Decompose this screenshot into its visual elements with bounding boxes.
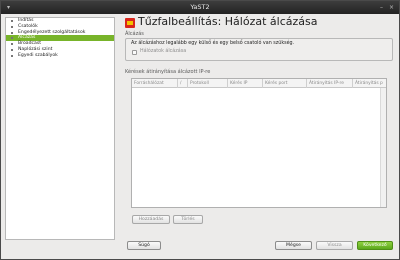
tree-bullet-icon [11, 49, 13, 51]
tree-bullet-icon [11, 25, 13, 28]
next-button[interactable]: Következő [357, 241, 393, 250]
column-header[interactable]: Átirányítás IP-re [307, 79, 353, 88]
sidebar-item-label: Indítás [18, 18, 34, 23]
column-header[interactable]: Kérés IP [228, 79, 263, 88]
column-header[interactable]: Kérés port [263, 79, 307, 88]
window-menu-icon[interactable]: ▾ [5, 4, 12, 11]
tree-bullet-icon [11, 43, 13, 46]
minimize-icon[interactable]: – [378, 4, 385, 11]
masquerade-info-text: Az álcázáshoz legalább egy külső és egy … [131, 41, 295, 46]
column-header[interactable]: Forráshálózat [132, 79, 178, 88]
column-header[interactable]: Átirányítás p [353, 79, 386, 88]
sidebar-tree: Indítás Csatolók Engedélyezett szolgálta… [5, 17, 115, 240]
help-button[interactable]: Súgó [127, 241, 161, 250]
title-bar: YaST2 ▾ – × [1, 1, 399, 14]
window-title: YaST2 [190, 3, 210, 11]
tree-bullet-icon [11, 31, 13, 34]
sidebar-item-label: Csatolók [18, 23, 38, 29]
table-header: Forráshálózat / Protokoll Kérés IP Kérés… [132, 79, 386, 88]
table-scrollbar[interactable] [380, 88, 386, 207]
sidebar-item-label: Engedélyezett szolgáltatások [18, 29, 86, 35]
remove-button[interactable]: Törlés [173, 215, 203, 224]
masquerade-section-label: Álcázás [125, 31, 144, 37]
column-header[interactable]: / [178, 79, 188, 88]
masquerade-checkbox[interactable] [132, 50, 137, 55]
close-icon[interactable]: × [388, 4, 395, 11]
masquerade-frame: Az álcázáshoz legalább egy külső és egy … [125, 38, 393, 61]
sidebar-item-label: Broadcast [18, 41, 42, 47]
cancel-button[interactable]: Mégse [275, 241, 312, 250]
page-title: Tűzfalbeállítás: Hálózat álcázása [138, 15, 318, 28]
redirect-table: Forráshálózat / Protokoll Kérés IP Kérés… [131, 78, 387, 208]
sidebar-item-egyedi-szabalyok[interactable]: Egyedi szabályok [6, 53, 114, 59]
tree-bullet-icon [11, 20, 13, 22]
tree-bullet-icon [11, 37, 13, 40]
firewall-icon [125, 18, 135, 28]
column-header[interactable]: Protokoll [188, 79, 228, 88]
back-button[interactable]: Vissza [316, 241, 353, 250]
redirect-section-label: Kérések átirányítása álcázott IP-re [125, 69, 211, 75]
yast-window: YaST2 ▾ – × Indítás Csatolók Engedélyeze… [0, 0, 400, 260]
sidebar-item-label: Álcázás [18, 35, 36, 41]
masquerade-checkbox-label: Hálózatok álcázása [140, 49, 187, 54]
sidebar-item-label: Naplózási szint [18, 47, 53, 52]
tree-bullet-icon [11, 54, 13, 57]
add-button[interactable]: Hozzáadás [132, 215, 170, 224]
sidebar-item-label: Egyedi szabályok [18, 52, 58, 58]
